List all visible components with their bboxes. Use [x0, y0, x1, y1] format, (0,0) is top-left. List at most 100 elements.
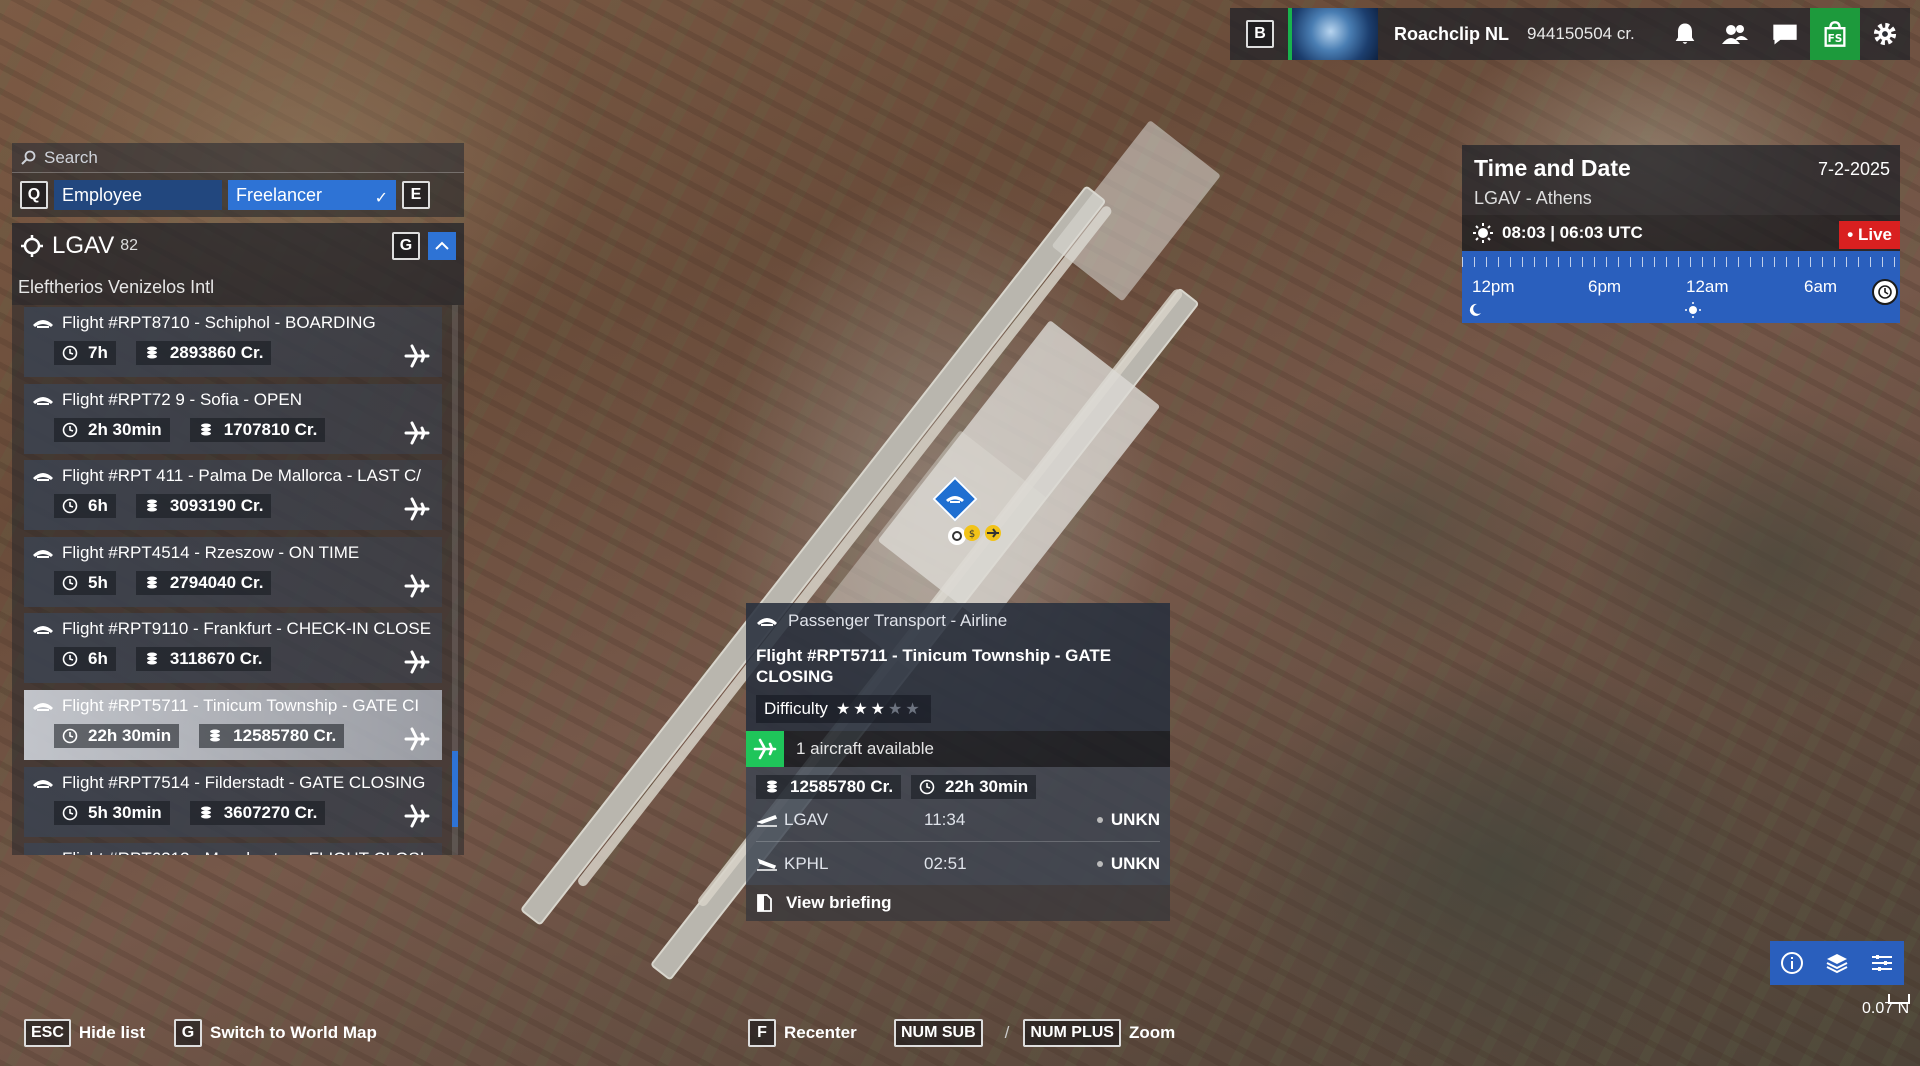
- flight-list-item[interactable]: Flight #RPT4514 - Rzeszow - ON TIME 5h 2…: [24, 536, 442, 607]
- plane-icon[interactable]: [404, 726, 430, 752]
- flight-credits: 3118670 Cr.: [169, 649, 263, 669]
- plane-icon[interactable]: [404, 803, 430, 829]
- flight-credits: 3607270 Cr.: [223, 802, 318, 822]
- flight-list-item[interactable]: Flight #RPT7514 - Filderstadt - GATE CLO…: [24, 766, 442, 837]
- coins-icon: [146, 346, 157, 359]
- scrollbar[interactable]: [452, 305, 458, 855]
- arrival-time: 02:51: [924, 853, 967, 873]
- recenter-hint[interactable]: F Recenter: [748, 1019, 857, 1047]
- flight-list-item[interactable]: Flight #RPT6313 - Manchester - FLIGHT CL…: [24, 843, 442, 855]
- clock-icon: [62, 575, 78, 591]
- clock-icon: [62, 805, 78, 820]
- hide-list-hint[interactable]: ESC Hide list: [24, 1019, 145, 1047]
- flight-credits: 12585780 Cr.: [233, 725, 337, 745]
- world-map-hint[interactable]: G Switch to World Map: [174, 1019, 377, 1047]
- key-g-badge: G: [174, 1019, 202, 1047]
- flight-duration: 22h 30min: [88, 725, 172, 745]
- coins-icon: [146, 576, 157, 589]
- hide-list-label: Hide list: [78, 1023, 146, 1042]
- avatar[interactable]: [1288, 8, 1378, 60]
- key-q-badge[interactable]: Q: [20, 181, 48, 209]
- airliner-icon: [757, 618, 777, 626]
- plane-icon[interactable]: [404, 343, 430, 369]
- airport-header: LGAV 82 G: [12, 223, 464, 269]
- map-tools: [1770, 941, 1904, 985]
- notifications-button[interactable]: [1660, 8, 1710, 60]
- flight-detail-popup: Passenger Transport - Airline Flight #RP…: [746, 603, 1170, 921]
- tab-freelancer[interactable]: Freelancer ✓: [228, 180, 396, 210]
- coins-icon: [146, 499, 157, 512]
- job-list-panel: Search Q Employee Freelancer ✓ E LGAV 82…: [12, 143, 464, 855]
- time-slider[interactable]: 12pm 6pm 12am 6am: [1462, 251, 1900, 323]
- credits-pill: 12585780 Cr.: [756, 775, 902, 799]
- airliner-icon: [32, 852, 54, 855]
- tab-employee[interactable]: Employee: [54, 180, 222, 210]
- flight-duration: 2h 30min: [88, 419, 162, 439]
- search-bar[interactable]: Search: [12, 143, 464, 173]
- flight-duration: 5h 30min: [88, 802, 162, 822]
- key-b-badge[interactable]: B: [1246, 20, 1274, 48]
- job-count: 82: [120, 237, 139, 254]
- arrival-status-text: UNKN: [1110, 853, 1160, 873]
- aircraft-availability[interactable]: 1 aircraft available: [746, 731, 1170, 767]
- plane-icon[interactable]: [404, 496, 430, 522]
- clock-icon: [919, 779, 935, 795]
- clock-icon: [62, 345, 78, 361]
- filter-list-icon[interactable]: [1870, 951, 1894, 975]
- plane-icon[interactable]: [404, 649, 430, 675]
- zoom-hint[interactable]: NUM SUB / NUM PLUS Zoom: [894, 1019, 1175, 1047]
- flight-list-item[interactable]: Flight #RPT5711 - Tinicum Township - GAT…: [24, 689, 442, 760]
- live-button[interactable]: • Live: [1839, 221, 1900, 249]
- credits-pill: 2893860 Cr.: [135, 341, 272, 365]
- world-map-label: Switch to World Map: [210, 1023, 377, 1042]
- scroll-thumb[interactable]: [452, 751, 458, 827]
- info-icon[interactable]: [1780, 951, 1804, 975]
- tick-label: 6pm: [1588, 277, 1622, 296]
- time-slider-knob[interactable]: [1872, 279, 1898, 305]
- key-g-badge[interactable]: G: [392, 232, 420, 260]
- moon-icon: [1469, 303, 1481, 316]
- takeoff-icon: [756, 814, 778, 827]
- plane-icon[interactable]: [404, 573, 430, 599]
- shop-icon: FS: [1824, 21, 1846, 47]
- settings-button[interactable]: [1860, 8, 1910, 60]
- clock-icon: [62, 728, 78, 744]
- search-input[interactable]: Search: [44, 148, 98, 168]
- flight-list-item[interactable]: Flight #RPT 411 - Palma De Mallorca - LA…: [24, 460, 442, 531]
- key-f-badge: F: [748, 1019, 776, 1047]
- friends-button[interactable]: [1710, 8, 1760, 60]
- flight-list[interactable]: Flight #RPT8710 - Schiphol - BOARDING 7h…: [12, 305, 464, 855]
- difficulty-label: Difficulty: [764, 699, 828, 718]
- flight-list-item[interactable]: Flight #RPT72 9 - Sofia - OPEN 2h 30min …: [24, 383, 442, 454]
- arrival-row: KPHL 02:51 UNKN: [756, 842, 1160, 885]
- duration-pill: 6h: [54, 494, 116, 519]
- layers-icon[interactable]: [1825, 951, 1849, 975]
- job-category: Passenger Transport - Airline: [788, 611, 1008, 630]
- flight-list-item[interactable]: Flight #RPT9110 - Frankfurt - CHECK-IN C…: [24, 613, 442, 684]
- key-e-badge[interactable]: E: [402, 181, 430, 209]
- popup-duration: 22h 30min: [945, 777, 1029, 796]
- star-icon: ★: [870, 701, 888, 718]
- plane-icon[interactable]: [404, 420, 430, 446]
- view-briefing-button[interactable]: View briefing: [746, 885, 1170, 921]
- chat-button[interactable]: [1760, 8, 1810, 60]
- shop-button[interactable]: FS: [1810, 8, 1860, 60]
- sun-icon: [1473, 223, 1493, 243]
- key-num-plus-badge: NUM PLUS: [1023, 1019, 1121, 1047]
- popup-credits: 12585780 Cr.: [790, 777, 894, 796]
- credits-pill: 3607270 Cr.: [189, 800, 326, 825]
- status-dot: [1096, 817, 1103, 823]
- credits-pill: 3093190 Cr.: [135, 494, 272, 519]
- coins-icon: [200, 423, 211, 436]
- collapse-button[interactable]: [428, 232, 456, 260]
- flight-title: Flight #RPT9110 - Frankfurt - CHECK-IN C…: [62, 619, 432, 639]
- duration-pill: 5h: [54, 570, 116, 595]
- arrival-status: UNKN: [1096, 853, 1160, 874]
- key-esc-badge: ESC: [24, 1019, 71, 1047]
- current-date: 7-2-2025: [1817, 159, 1890, 179]
- crosshair-icon: [21, 235, 43, 257]
- flight-title: Flight #RPT8710 - Schiphol - BOARDING: [62, 313, 376, 332]
- flight-list-item[interactable]: Flight #RPT8710 - Schiphol - BOARDING 7h…: [24, 307, 442, 377]
- duration-pill: 2h 30min: [54, 417, 170, 442]
- coins-icon: [767, 780, 777, 793]
